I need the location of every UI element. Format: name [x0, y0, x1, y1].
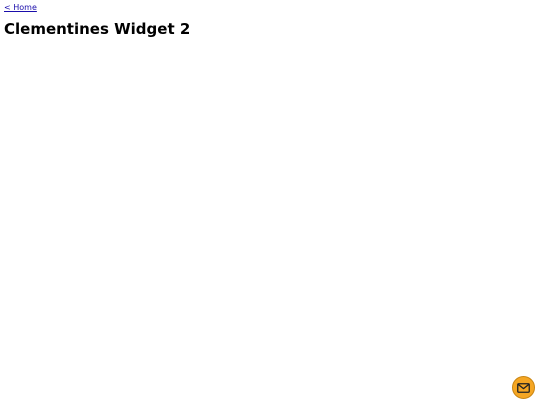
- page: < Home Clementines Widget 2: [0, 0, 540, 405]
- mail-icon: [517, 382, 530, 393]
- page-title: Clementines Widget 2: [4, 20, 191, 38]
- home-link[interactable]: < Home: [4, 2, 37, 13]
- contact-button[interactable]: [512, 376, 535, 399]
